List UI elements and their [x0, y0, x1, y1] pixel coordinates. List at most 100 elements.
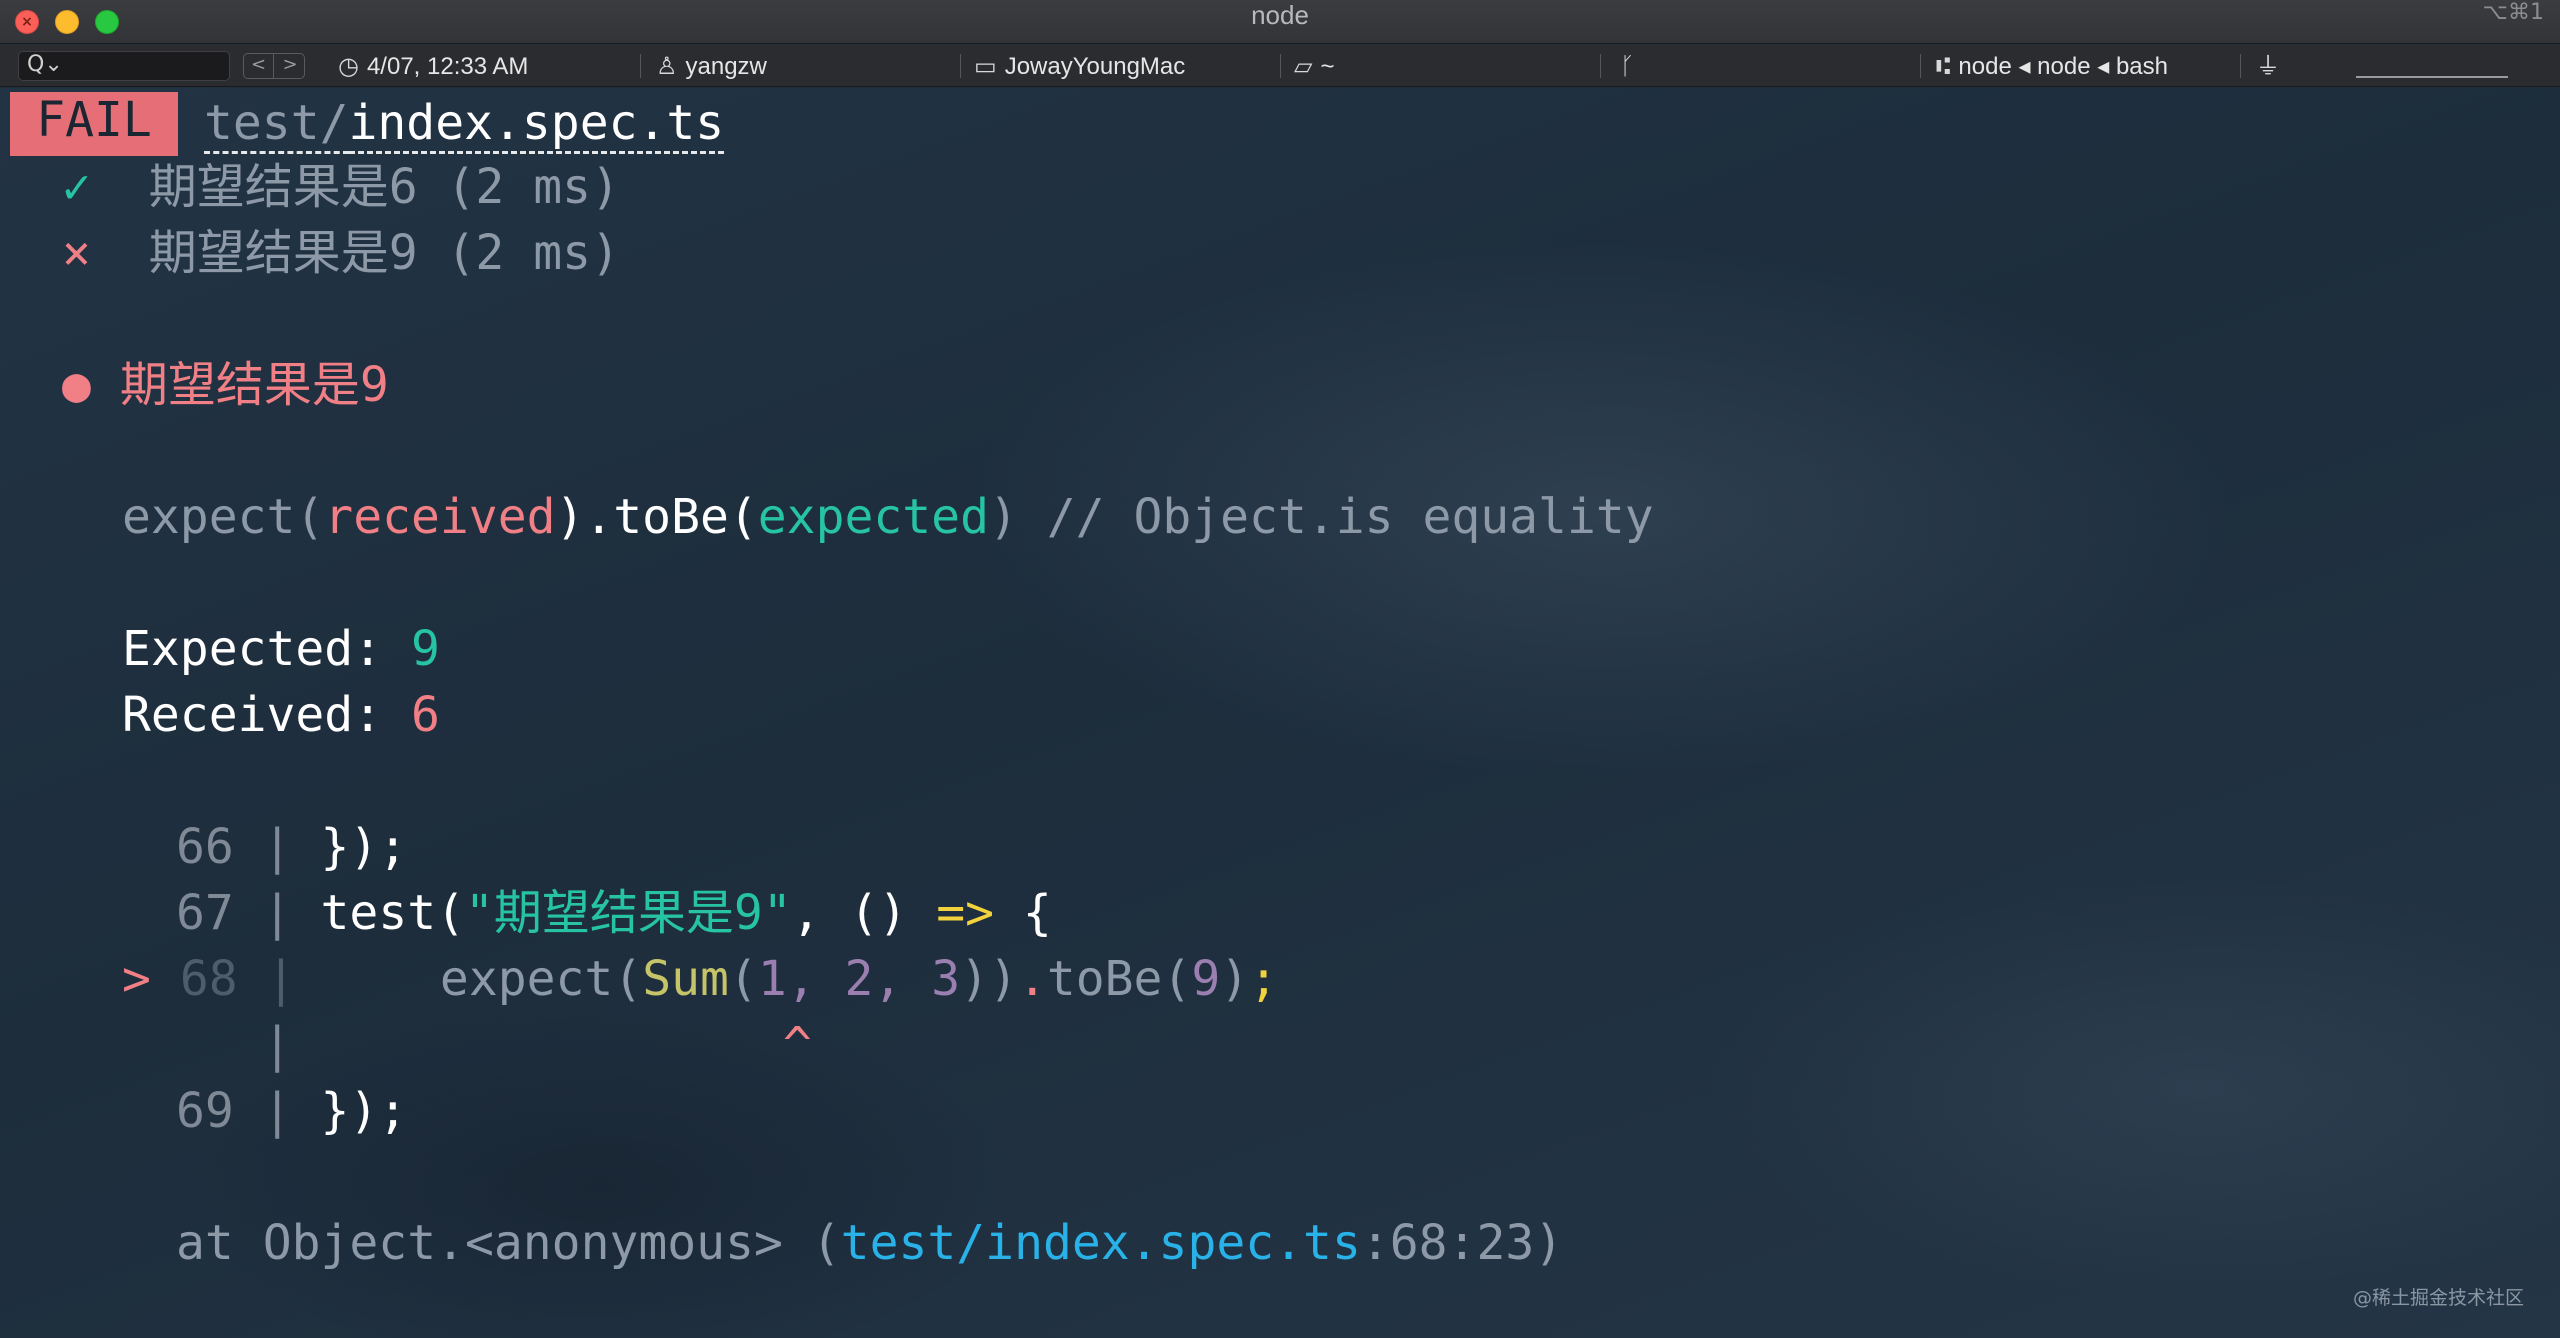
window-title: node: [1251, 0, 1309, 30]
code-string: "期望结果是9": [465, 885, 792, 941]
zoom-button[interactable]: [95, 10, 119, 34]
test-name: 期望结果是9: [148, 225, 418, 281]
matcher-received: received: [324, 489, 556, 545]
forward-button[interactable]: >: [275, 54, 305, 78]
code-text: });: [320, 819, 408, 875]
folder-icon: ▱: [1294, 52, 1313, 80]
gutter-pipe: |: [266, 951, 296, 1007]
gutter-pipe: |: [262, 1083, 292, 1139]
search-input[interactable]: Q⌄: [18, 51, 230, 81]
expected-value: 9: [410, 621, 440, 677]
stack-location: :68:23): [1360, 1215, 1564, 1271]
line-number: 69: [176, 1083, 234, 1139]
test-duration: (2 ms): [417, 225, 620, 281]
close-button[interactable]: ×: [15, 10, 39, 34]
test-file-name: index.spec.ts: [348, 95, 725, 154]
matcher-comment: ) // Object.is equality: [988, 489, 1654, 545]
gutter-pipe: |: [262, 819, 292, 875]
test-file-path: test/index.spec.ts: [204, 90, 725, 156]
code-function: Sum: [642, 951, 729, 1007]
code-semicolon: ;: [1249, 951, 1279, 1007]
test-file-dir: test/: [204, 95, 349, 154]
git-component[interactable]: ᚴ: [1620, 45, 1642, 87]
test-result-pass: ✓ 期望结果是6 (2 ms): [62, 154, 620, 220]
stack-trace: at Object.<anonymous> (test/index.spec.t…: [176, 1210, 1563, 1276]
test-name: 期望结果是6: [148, 159, 418, 215]
window-shortcut-label: ⌥⌘1: [2482, 0, 2544, 25]
expected-line: Expected: 9: [122, 616, 440, 682]
gutter-pipe: |: [262, 1017, 292, 1073]
matcher-expected: expected: [757, 489, 989, 545]
line-number: 68: [179, 951, 238, 1007]
code-line-67: 67 | test("期望结果是9", () => {: [176, 880, 1052, 946]
power-component[interactable]: ⏚: [2256, 45, 2288, 87]
cross-icon: ×: [62, 225, 91, 281]
stack-prefix: at Object.<anonymous> (: [176, 1215, 841, 1271]
matcher-expect: expect(: [122, 489, 325, 545]
directory-component[interactable]: ▱ ~: [1294, 45, 1334, 87]
status-separator: [960, 54, 961, 78]
matcher-hint: expect(received).toBe(expected) // Objec…: [122, 484, 1654, 550]
code-text: });: [320, 1083, 408, 1139]
status-separator: [640, 54, 641, 78]
back-button[interactable]: <: [244, 54, 274, 78]
jobs-component[interactable]: ⑆ node ◂ node ◂ bash: [1936, 45, 2168, 87]
status-bar: Q⌄ < > ◷ 4/07, 12:33 AM ♙ yangzw ▭ JowayYou…: [0, 45, 2560, 87]
received-label: Received:: [122, 687, 411, 743]
code-token: toBe(: [1046, 951, 1192, 1007]
jobs-label: node ◂ node ◂ bash: [1958, 53, 2168, 80]
user-label: yangzw: [685, 53, 767, 80]
code-line-66: 66 | });: [176, 814, 407, 880]
code-token: ): [1220, 951, 1250, 1007]
code-token: {: [994, 885, 1052, 941]
status-separator: [1280, 54, 1281, 78]
datetime-component[interactable]: ◷ 4/07, 12:33 AM: [338, 45, 528, 87]
code-caret-line: | ^: [176, 1012, 812, 1078]
host-component[interactable]: ▭ JowayYoungMac: [974, 45, 1185, 87]
terminal-output[interactable]: FAIL test/index.spec.ts ✓ 期望结果是6 (2 ms) …: [0, 88, 2560, 1338]
line-number: 66: [176, 819, 234, 875]
process-tree-icon: ⑆: [1936, 52, 1951, 80]
title-bar: node × ⌥⌘1: [0, 0, 2560, 44]
code-dot: .: [1017, 951, 1047, 1007]
user-icon: ♙: [656, 52, 678, 80]
code-numbers: 1, 2, 3: [757, 951, 961, 1007]
code-number: 9: [1191, 951, 1221, 1007]
fail-badge: FAIL: [10, 92, 178, 156]
search-icon: Q⌄: [27, 52, 63, 77]
code-token: expect(: [439, 951, 643, 1007]
expected-label: Expected:: [122, 621, 411, 677]
failed-test-name: 期望结果是9: [119, 357, 389, 413]
user-component[interactable]: ♙ yangzw: [656, 45, 767, 87]
laptop-icon: ▭: [974, 52, 997, 80]
test-result-fail: × 期望结果是9 (2 ms): [62, 220, 620, 286]
code-line-69: 69 | });: [176, 1078, 407, 1144]
minimize-button[interactable]: [55, 10, 79, 34]
code-line-68: > 68 | expect(Sum(1, 2, 3)).toBe(9);: [122, 946, 1278, 1012]
status-separator: [2240, 54, 2241, 78]
watermark: @稀土掘金技术社区: [2352, 1287, 2524, 1309]
status-underline: [2356, 76, 2508, 78]
bullet-icon: ●: [62, 357, 91, 413]
failed-test-heading: ● 期望结果是9: [62, 352, 389, 418]
stack-file-link[interactable]: test/index.spec.ts: [841, 1215, 1361, 1271]
gutter-pipe: |: [262, 885, 292, 941]
test-duration: (2 ms): [417, 159, 620, 215]
plug-icon: ⏚: [2256, 52, 2280, 80]
close-icon: ×: [21, 14, 33, 30]
code-token: )): [960, 951, 1018, 1007]
terminal-window: node × ⌥⌘1 Q⌄ < > ◷ 4/07, 12:33 AM ♙ yangz…: [0, 0, 2560, 1338]
error-caret: ^: [782, 1017, 812, 1073]
datetime-label: 4/07, 12:33 AM: [366, 53, 529, 80]
code-token: , (): [791, 885, 937, 941]
code-token: test(: [320, 885, 466, 941]
status-separator: [1920, 54, 1921, 78]
received-value: 6: [410, 687, 440, 743]
error-pointer: >: [122, 951, 151, 1007]
code-arrow: =>: [936, 885, 995, 941]
received-line: Received: 6: [122, 682, 440, 748]
matcher-tobe: ).toBe(: [555, 489, 758, 545]
check-icon: ✓: [62, 159, 91, 215]
directory-label: ~: [1320, 53, 1335, 80]
git-branch-icon: ᚴ: [1620, 52, 1635, 80]
